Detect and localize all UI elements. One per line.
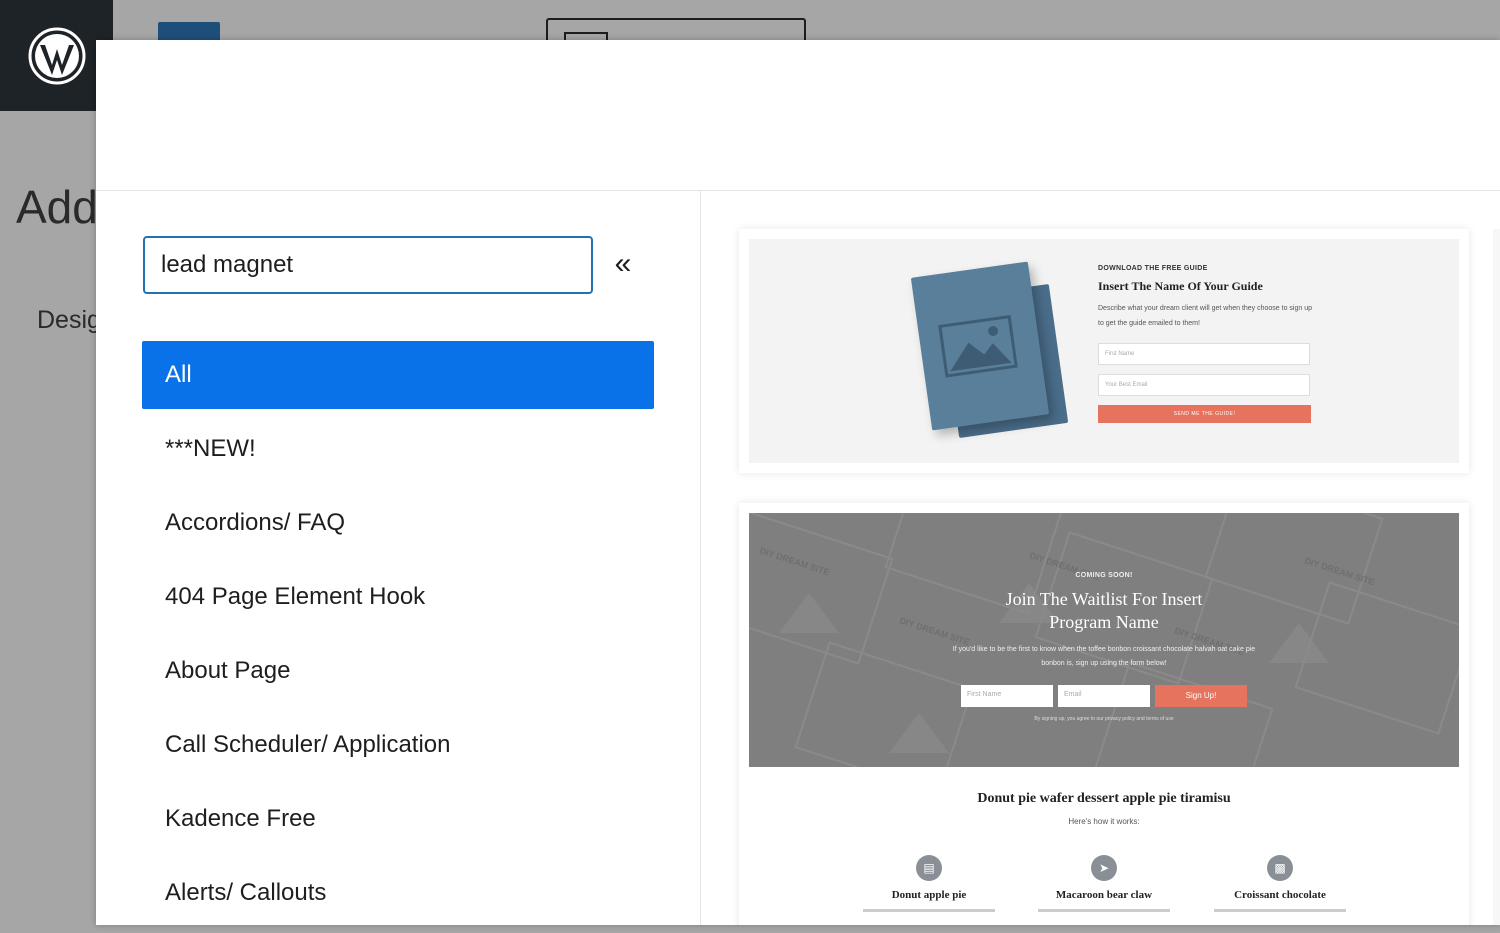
guide-label: DOWNLOAD THE FREE GUIDE	[1098, 265, 1208, 272]
clipboard-icon: ▤	[916, 855, 942, 881]
category-list: All ***NEW! Accordions/ FAQ 404 Page Ele…	[142, 341, 654, 933]
waitlist-fine-print: By signing up, you agree to our privacy …	[1034, 716, 1174, 722]
waitlist-title-line1: Join The Waitlist For Insert	[1005, 589, 1203, 609]
guide-preview: DOWNLOAD THE FREE GUIDE Insert The Name …	[749, 239, 1459, 463]
next-card-edge	[1493, 229, 1500, 925]
editor-top-bar	[113, 0, 1500, 40]
page-title: Add	[16, 181, 98, 233]
waitlist-title: Join The Waitlist For Insert Program Nam…	[749, 588, 1459, 634]
feature-item: ▤ Donut apple pie	[854, 855, 1004, 912]
category-all[interactable]: All	[142, 341, 654, 409]
waitlist-label: COMING SOON!	[1075, 572, 1133, 579]
feature-item: ▩ Croissant chocolate	[1205, 855, 1355, 912]
feature-text-placeholder	[1038, 909, 1170, 912]
waitlist-hero: DIY DREAM SITE DIY DREAM SITE DIY DREAM …	[749, 513, 1459, 767]
guide-title: Insert The Name Of Your Guide	[1098, 279, 1263, 293]
laptop-icon: ▩	[1267, 855, 1293, 881]
guide-submit-button: SEND ME THE GUIDE!	[1098, 405, 1311, 423]
pattern-card-lead-magnet-guide[interactable]: DOWNLOAD THE FREE GUIDE Insert The Name …	[739, 229, 1469, 473]
guide-book-image-icon	[910, 261, 1050, 431]
section-title: Donut pie wafer dessert apple pie tirami…	[977, 791, 1231, 806]
waitlist-description: If you'd like to be the first to know wh…	[952, 646, 1256, 667]
pattern-card-waitlist[interactable]: DIY DREAM SITE DIY DREAM SITE DIY DREAM …	[739, 503, 1469, 925]
waitlist-email-field: Email	[1058, 685, 1150, 707]
paper-plane-icon: ➤	[1091, 855, 1117, 881]
design-library-modal: « All ***NEW! Accordions/ FAQ 404 Page E…	[96, 40, 1500, 925]
waitlist-signup-button: Sign Up!	[1155, 685, 1247, 707]
modal-header	[96, 40, 1500, 191]
category-about-page[interactable]: About Page	[142, 637, 654, 705]
category-new[interactable]: ***NEW!	[142, 415, 654, 483]
guide-first-name-field: First Name	[1098, 343, 1310, 365]
editor-toolbar-outline-button	[546, 18, 806, 42]
feature-text-placeholder	[863, 909, 995, 912]
feature-name: Croissant chocolate	[1234, 889, 1326, 901]
library-sidebar: « All ***NEW! Accordions/ FAQ 404 Page E…	[96, 191, 701, 925]
pattern-preview-area: DOWNLOAD THE FREE GUIDE Insert The Name …	[701, 191, 1500, 925]
category-alerts-callouts[interactable]: Alerts/ Callouts	[142, 859, 654, 927]
category-call-scheduler[interactable]: Call Scheduler/ Application	[142, 711, 654, 779]
wordpress-icon	[28, 27, 85, 84]
category-kadence-free[interactable]: Kadence Free	[142, 785, 654, 853]
waitlist-title-line2: Program Name	[1049, 612, 1159, 632]
category-404-page[interactable]: 404 Page Element Hook	[142, 563, 654, 631]
feature-text-placeholder	[1214, 909, 1346, 912]
search-input[interactable]	[143, 236, 593, 294]
collapse-sidebar-icon[interactable]: «	[608, 249, 638, 281]
editor-toolbar-button	[158, 22, 220, 40]
category-accordions-faq[interactable]: Accordions/ FAQ	[142, 489, 654, 557]
page-subheading: Desig	[37, 306, 101, 334]
section-subtitle: Here's how it works:	[1068, 817, 1140, 826]
feature-name: Donut apple pie	[891, 889, 967, 901]
feature-item: ➤ Macaroon bear claw	[1029, 855, 1179, 912]
guide-email-field: Your Best Email	[1098, 374, 1310, 396]
feature-name: Macaroon bear claw	[1055, 889, 1153, 901]
hero-background-pattern: DIY DREAM SITE DIY DREAM SITE DIY DREAM …	[749, 513, 1459, 767]
guide-description: Describe what your dream client will get…	[1098, 305, 1312, 327]
waitlist-first-name-field: First Name	[961, 685, 1053, 707]
